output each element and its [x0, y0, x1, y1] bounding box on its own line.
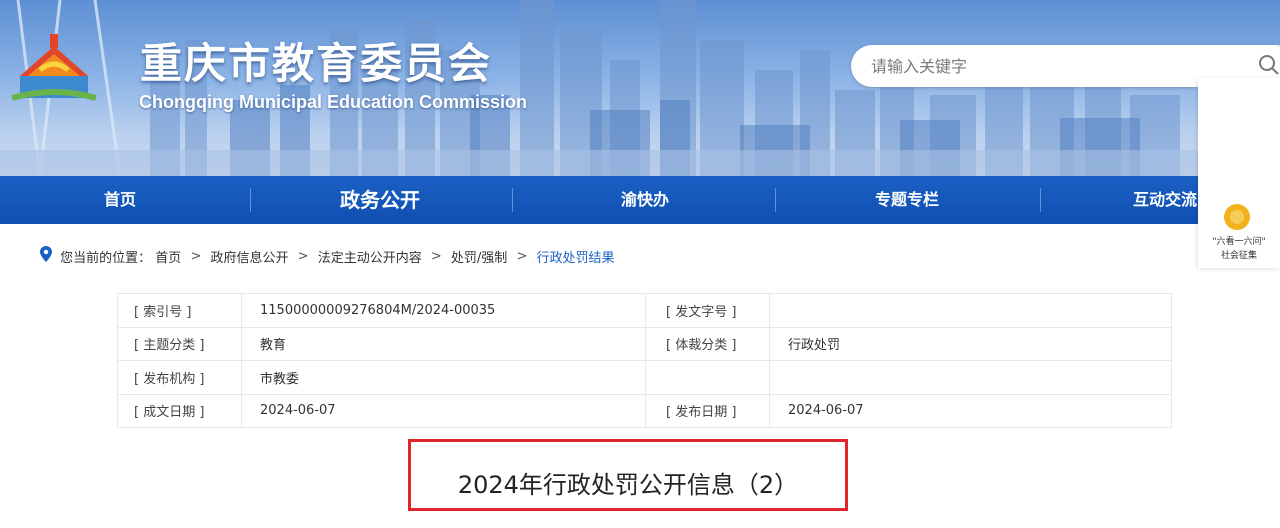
- breadcrumb-item-statutory-content[interactable]: 法定主动公开内容: [318, 247, 422, 266]
- site-subtitle: Chongqing Municipal Education Commission: [139, 92, 527, 112]
- empty-value-cell: [769, 360, 1172, 395]
- written-date-value: 2024-06-07: [241, 393, 646, 428]
- topic-category-label: [ 主题分类 ]: [117, 326, 242, 361]
- document-metadata-table: [ 索引号 ] 11500000009276804M/2024-00035 [ …: [117, 293, 1172, 428]
- breadcrumb-item-penalty-enforcement[interactable]: 处罚/强制: [451, 247, 507, 266]
- publish-date-value: 2024-06-07: [769, 393, 1172, 428]
- commission-logo-icon: [11, 34, 97, 101]
- document-number-label: [ 发文字号 ]: [645, 293, 770, 328]
- site-title: 重庆市教育委员会: [140, 39, 493, 88]
- topic-category-value: 教育: [241, 326, 646, 361]
- genre-category-value: 行政处罚: [769, 326, 1172, 361]
- header-banner: 重庆市教育委员会 Chongqing Municipal Education C…: [0, 0, 1280, 176]
- breadcrumb-separator: >: [297, 248, 309, 264]
- main-navigation: 首页 政务公开 渝快办 专题专栏 互动交流: [0, 176, 1280, 224]
- breadcrumb-separator: >: [516, 248, 528, 264]
- table-row: [ 发布机构 ] 市教委: [117, 360, 1172, 395]
- document-title-highlight: 2024年行政处罚公开信息（2）: [408, 439, 848, 511]
- floating-side-widget[interactable]: "六看一六问" 社会征集: [1198, 78, 1280, 268]
- breadcrumb-item-home[interactable]: 首页: [155, 247, 181, 266]
- breadcrumb: 您当前的位置： 首页 > 政府信息公开 > 法定主动公开内容 > 处罚/强制 >…: [40, 246, 615, 266]
- genre-category-label: [ 体裁分类 ]: [645, 326, 770, 361]
- publisher-value: 市教委: [241, 360, 646, 395]
- nav-divider: [1040, 188, 1041, 212]
- search-input[interactable]: [871, 53, 1191, 79]
- publish-date-label: [ 发布日期 ]: [645, 393, 770, 428]
- nav-item-government-affairs[interactable]: 政务公开: [300, 176, 460, 224]
- breadcrumb-separator: >: [430, 248, 442, 264]
- badge-icon: [1224, 204, 1250, 230]
- breadcrumb-item-penalty-results[interactable]: 行政处罚结果: [536, 247, 614, 266]
- table-row: [ 主题分类 ] 教育 [ 体裁分类 ] 行政处罚: [117, 326, 1172, 361]
- table-row: [ 成文日期 ] 2024-06-07 [ 发布日期 ] 2024-06-07: [117, 393, 1172, 428]
- side-widget-line2: 社会征集: [1220, 251, 1257, 261]
- nav-divider: [775, 188, 776, 212]
- table-row: [ 索引号 ] 11500000009276804M/2024-00035 [ …: [117, 293, 1172, 328]
- nav-item-yukuaiban[interactable]: 渝快办: [565, 176, 725, 224]
- breadcrumb-prefix: 您当前的位置：: [60, 250, 152, 266]
- breadcrumb-separator: >: [190, 248, 202, 264]
- index-number-value: 11500000009276804M/2024-00035: [241, 293, 646, 328]
- nav-divider: [512, 188, 513, 212]
- location-pin-icon: [40, 246, 56, 266]
- nav-divider: [250, 188, 251, 212]
- written-date-label: [ 成文日期 ]: [117, 393, 242, 428]
- index-number-label: [ 索引号 ]: [117, 293, 242, 328]
- empty-label-cell: [645, 360, 770, 395]
- side-widget-line1: "六看一六问": [1212, 237, 1266, 247]
- document-title: 2024年行政处罚公开信息（2）: [457, 471, 799, 499]
- nav-item-special-topics[interactable]: 专题专栏: [827, 176, 987, 224]
- breadcrumb-item-info-disclosure[interactable]: 政府信息公开: [211, 247, 289, 266]
- nav-item-home[interactable]: 首页: [40, 176, 200, 224]
- search-icon[interactable]: [1256, 52, 1280, 76]
- document-number-value: [769, 293, 1172, 328]
- publisher-label: [ 发布机构 ]: [117, 360, 242, 395]
